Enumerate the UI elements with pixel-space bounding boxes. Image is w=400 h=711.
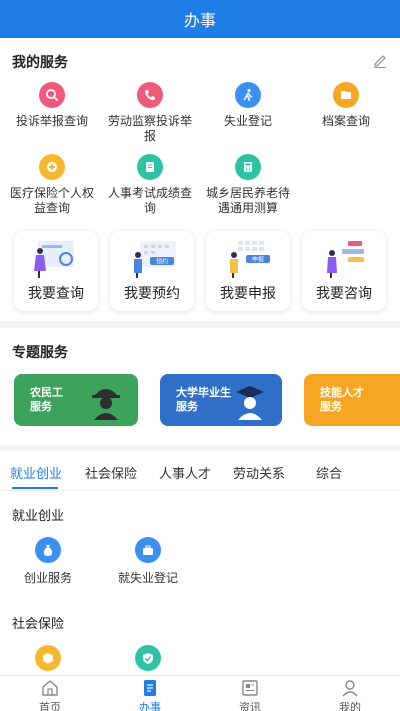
nav-profile[interactable]: 我的 [300,678,400,711]
topics-title: 专题服务 [12,345,68,361]
banner-text: 技能人才 服务 [320,386,364,413]
service-startup[interactable]: 创业服务 [3,537,93,586]
service-pension-calculation[interactable]: 城乡居民养老待遇通用测算 [198,154,298,216]
banner-graduates[interactable]: 大学毕业生 服务 [160,374,282,426]
service-label: 劳动监察投诉举报 [107,114,192,143]
service-unemployment-registration[interactable]: 失业登记 [198,82,298,129]
banner-text: 大学毕业生 服务 [176,386,231,413]
medical-insurance-icon [39,154,65,180]
topics-section: 专题服务 农民工 服务 大学毕业生 服务 技能人才 服务 [0,328,400,445]
nav-label: 我的 [339,701,361,711]
service-label: 医疗保险个人权益查询 [9,186,94,215]
service-label: 创业服务 [23,571,72,585]
worker-helmet-icon [92,389,120,420]
service-medical-insurance[interactable]: 医疗保险个人权益查询 [2,154,102,216]
banner-migrant-workers[interactable]: 农民工 服务 [14,374,138,426]
nav-news[interactable]: 资讯 [200,678,300,711]
service-employment-registration[interactable]: 就失业登记 [103,537,193,586]
consult-illustration-icon [327,241,364,278]
action-consult-card[interactable]: 我要咨询 [302,231,386,311]
graduate-cap-icon [236,386,264,420]
appointment-illustration-icon: 预约 [134,241,176,278]
service-label: 人事考试成绩查询 [107,186,192,215]
appointment-tag: 预约 [156,258,168,266]
newspaper-icon [242,680,258,696]
action-label: 我要申报 [220,286,276,302]
service-label: 投诉举报查询 [15,114,88,128]
query-illustration-icon [34,241,74,278]
employment-heading: 就业创业 [12,509,65,524]
briefcase-icon [135,537,161,563]
exam-clipboard-icon [137,154,163,180]
nav-tasks[interactable]: 办事 [100,678,200,711]
walking-person-icon [235,82,261,108]
action-label: 我要咨询 [316,286,372,302]
tab-social-insurance[interactable]: 社会保险 [85,463,137,482]
person-icon [342,680,358,697]
title-bar: 办事 [0,0,400,38]
service-social-insurance-2[interactable] [103,645,193,677]
tab-personnel-talent[interactable]: 人事人才 [159,463,211,482]
service-label: 城乡居民养老待遇通用测算 [205,186,290,215]
service-label: 失业登记 [223,114,272,128]
my-services-title: 我的服务 [12,55,68,71]
archive-folder-icon [333,82,359,108]
tab-labor-relations[interactable]: 劳动关系 [233,463,285,482]
category-tabs: 就业创业 社会保险 人事人才 劳动关系 综合 [0,451,400,491]
nav-label: 办事 [139,701,161,711]
action-label: 我要预约 [124,286,180,302]
service-archive-search[interactable]: 档案查询 [296,82,396,129]
banner-text: 农民工 服务 [30,386,63,413]
nav-label: 资讯 [239,701,261,711]
action-appointment-card[interactable]: 预约 我要预约 [110,231,194,311]
pension-calculator-icon [235,154,261,180]
tab-employment[interactable]: 就业创业 [10,463,62,482]
complaint-search-icon [39,82,65,108]
service-social-insurance-1[interactable] [3,645,93,677]
nav-label: 首页 [39,701,61,711]
service-labor-inspection[interactable]: 劳动监察投诉举报 [100,82,200,144]
social-insurance-heading: 社会保险 [12,617,65,632]
declare-tag: 申报 [252,256,264,264]
service-label: 档案查询 [321,114,370,128]
tab-comprehensive[interactable]: 综合 [316,463,342,482]
service-label: 就失业登记 [117,571,178,585]
money-bag-icon [35,537,61,563]
edit-pencil-icon[interactable] [372,52,388,68]
action-label: 我要查询 [28,286,84,302]
page-title: 办事 [183,11,216,30]
category-section: 就业创业 社会保险 人事人才 劳动关系 综合 就业创业 创业服务 就失业登记 社… [0,451,400,675]
home-icon [42,680,58,696]
box-icon [35,645,61,671]
action-query-card[interactable]: 我要查询 [14,231,98,311]
service-complaint-search[interactable]: 投诉举报查询 [2,82,102,129]
shield-check-icon [135,645,161,671]
bottom-navigation: 首页 办事 资讯 我的 [0,675,400,711]
phone-icon [137,82,163,108]
service-exam-score[interactable]: 人事考试成绩查询 [100,154,200,216]
action-declare-card[interactable]: 申报 我要申报 [206,231,290,311]
my-services-section: 我的服务 投诉举报查询 劳动监察投诉举报 失业登记 档案查询 医疗保险个人权益查… [0,38,400,321]
nav-home[interactable]: 首页 [0,678,100,711]
banner-skilled-talent[interactable]: 技能人才 服务 [304,374,400,426]
active-tab-indicator [12,487,58,489]
task-doc-icon [144,680,156,696]
declare-illustration-icon: 申报 [230,241,270,278]
